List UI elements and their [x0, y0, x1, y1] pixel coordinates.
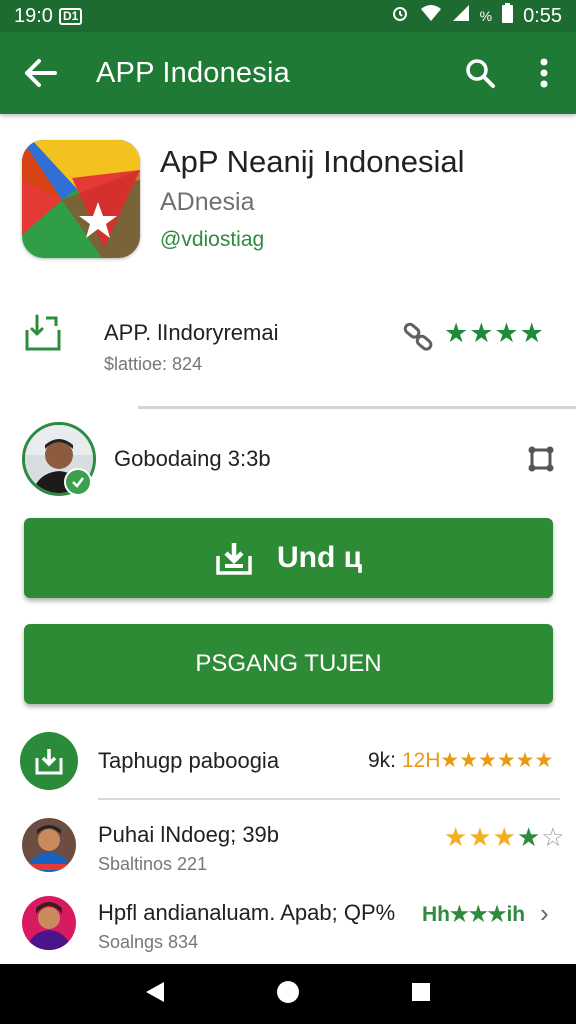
- list-item-label: Puhai lNdoeg; 39b: [98, 822, 280, 847]
- secondary-button-label: PSGANG TUJEN: [195, 650, 382, 677]
- nav-back-button[interactable]: [144, 980, 166, 1009]
- expand-icon[interactable]: [526, 444, 556, 479]
- battery-icon: [502, 3, 514, 29]
- list-item-meta-prefix: 9k:: [368, 749, 397, 772]
- square-recents-icon: [411, 982, 430, 1001]
- list-item-subtitle: Sbaltinos 221: [98, 854, 208, 874]
- notification-badge-icon: D1: [58, 7, 83, 25]
- info-subtitle: $lattioe: 824: [104, 354, 203, 374]
- info-title: APP. lIndorуremai: [104, 320, 279, 345]
- list-item-label: Hpfl andianaluam. Apab; QP%: [98, 900, 396, 925]
- app-name: ApP Neanij Indonesial: [160, 144, 465, 179]
- divider: [98, 798, 560, 800]
- rating-stars: ★★★★☆: [444, 822, 566, 852]
- app-logo-icon[interactable]: [22, 140, 140, 258]
- triangle-back-icon: [146, 981, 165, 1002]
- verified-badge-icon: [64, 468, 92, 496]
- more-vert-icon: [540, 58, 548, 88]
- list-item-meta: 9k: 12H★★★★★★: [368, 748, 553, 773]
- signal-icon: [452, 4, 470, 28]
- rating-stars: ★★★★: [444, 318, 545, 348]
- link-icon[interactable]: [402, 320, 436, 359]
- channel-label: Gobodaing 3:3b: [114, 446, 271, 471]
- install-button[interactable]: Und ц: [24, 518, 553, 598]
- app-tag[interactable]: @vdiostiag: [160, 228, 264, 252]
- status-bar: 19:0 D1 % 0:55: [0, 0, 576, 32]
- list-item-rating: Hh★★★ih: [422, 903, 526, 926]
- install-button-label: Und ц: [276, 541, 363, 574]
- nav-home-button[interactable]: [275, 979, 301, 1010]
- list-item-label: Taphugp paboogia: [98, 748, 280, 773]
- battery-percent: %: [479, 8, 493, 24]
- app-info-row[interactable]: APP. lIndorуremai $lattioe: 824 ★★★★: [0, 300, 576, 380]
- overflow-menu-button[interactable]: [512, 32, 576, 114]
- back-button[interactable]: [0, 32, 80, 114]
- download-outline-icon: [24, 312, 62, 357]
- search-icon: [466, 59, 495, 88]
- avatar[interactable]: [22, 818, 76, 872]
- avatar[interactable]: [22, 896, 76, 950]
- back-arrow-icon: [25, 59, 57, 87]
- app-bar: APP Indonesia: [0, 32, 576, 114]
- download-icon: [216, 543, 252, 575]
- system-nav-bar: [0, 964, 576, 1024]
- status-clock: 0:55: [523, 4, 562, 27]
- list-item-subtitle: Soalngs 834: [98, 932, 199, 952]
- circle-home-icon: [276, 980, 299, 1003]
- alarm-icon: [390, 3, 410, 29]
- list-item[interactable]: Taphugp paboogia 9k: 12H★★★★★★: [0, 728, 576, 798]
- list-item[interactable]: Puhai lNdoeg; 39b Sbaltinos 221 ★★★★☆: [0, 812, 576, 886]
- secondary-action-button[interactable]: PSGANG TUJEN: [24, 624, 553, 704]
- divider: [138, 406, 576, 409]
- channel-row[interactable]: Gobodaing 3:3b: [0, 420, 576, 500]
- download-circle-icon: [20, 732, 78, 790]
- list-item-rating: 12H★★★★★★: [396, 749, 554, 772]
- page-title: APP Indonesia: [96, 56, 290, 89]
- search-button[interactable]: [448, 32, 512, 114]
- status-time: 19:0: [14, 4, 53, 27]
- list-item[interactable]: Hpfl andianaluam. Apab; QP% Soalngs 834 …: [0, 890, 576, 964]
- chevron-right-icon[interactable]: ›: [540, 898, 549, 929]
- nav-recents-button[interactable]: [410, 981, 432, 1008]
- wifi-icon: [420, 4, 442, 28]
- app-developer[interactable]: ADnesia: [160, 188, 255, 217]
- app-header: ApP Neanij Indonesial ADnesia @vdiostiag: [0, 130, 576, 270]
